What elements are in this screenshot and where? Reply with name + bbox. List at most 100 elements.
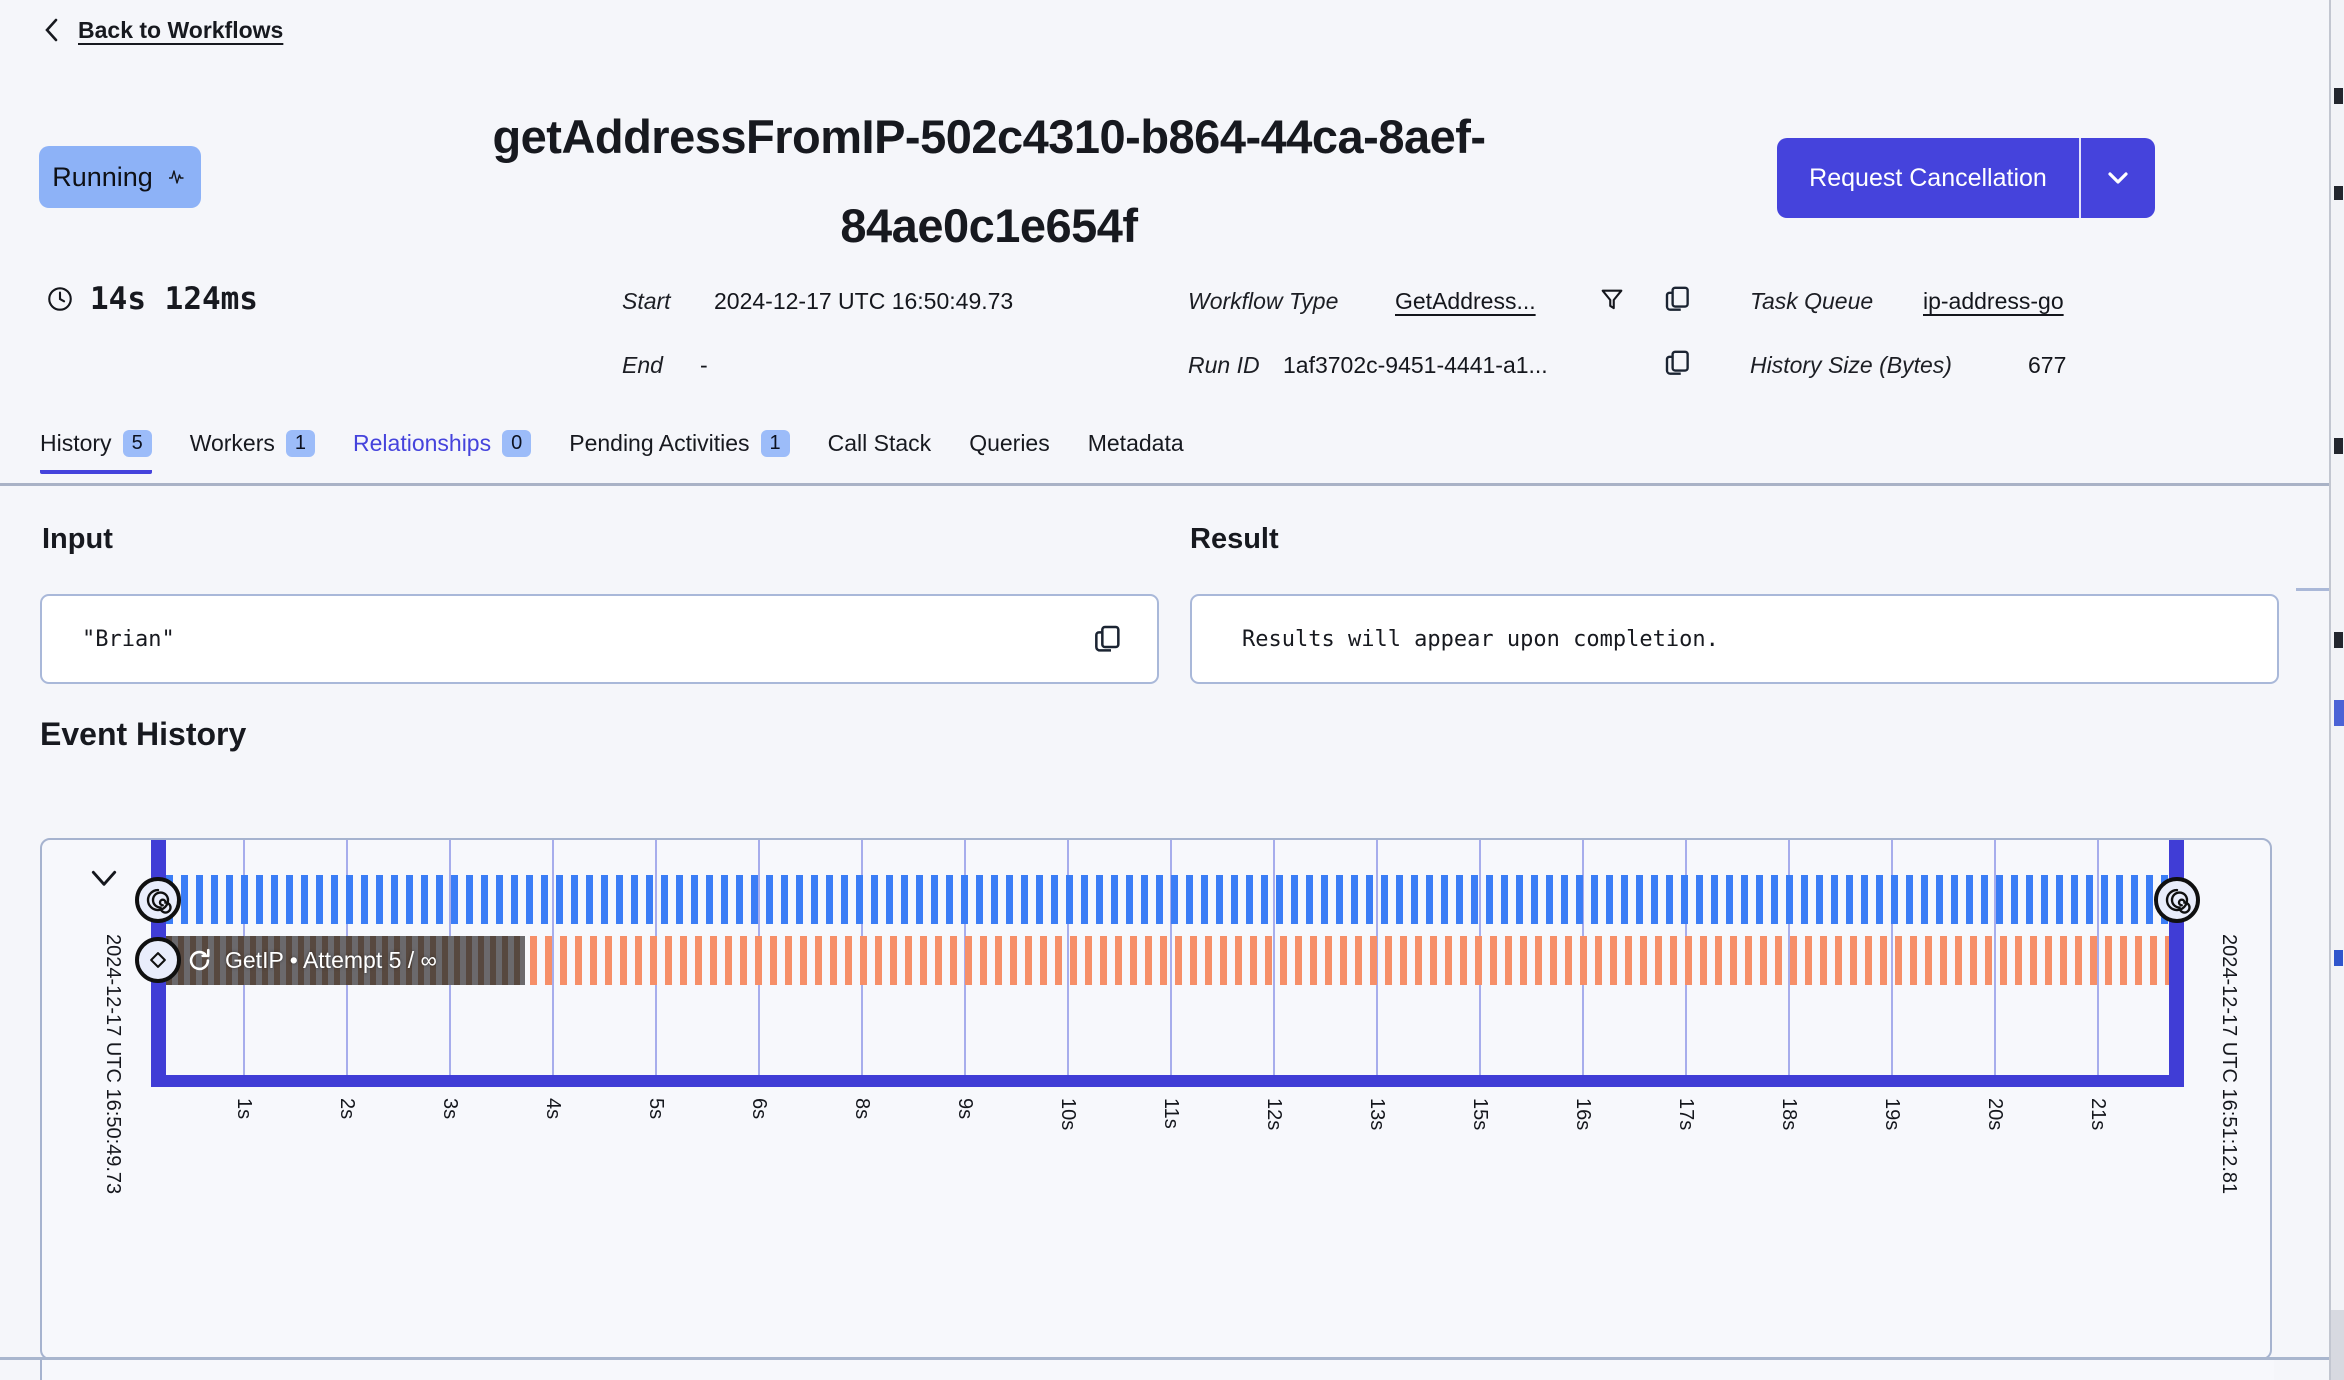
workflow-type-label: Workflow Type [1188, 288, 1339, 314]
edge-fragment [2296, 588, 2329, 591]
tick-label: 19s [1881, 1098, 1903, 1131]
input-box: "Brian" [40, 594, 1159, 684]
tick-label: 17s [1675, 1098, 1697, 1131]
clock-icon [48, 287, 72, 311]
workflow-title-line1: getAddressFromIP-502c4310-b864-44ca-8aef… [492, 110, 1486, 163]
edge-fragment [2331, 1310, 2344, 1380]
chevron-down-icon [2108, 172, 2128, 184]
tab-queries[interactable]: Queries [969, 430, 1050, 470]
tab-count-badge: 1 [760, 430, 790, 457]
history-size-value: 677 [2028, 352, 2067, 378]
cancellation-menu-toggle[interactable] [2081, 138, 2155, 218]
status-label: Running [52, 161, 153, 192]
copy-input-icon[interactable] [1091, 623, 1123, 655]
tick-label: 2s [336, 1098, 358, 1120]
history-size-label: History Size (Bytes) [1750, 352, 1952, 378]
tab-label: Call Stack [827, 430, 932, 456]
workflow-title: getAddressFromIP-502c4310-b864-44ca-8aef… [284, 92, 1694, 270]
input-heading: Input [42, 523, 113, 555]
task-queue-label: Task Queue [1750, 288, 1874, 314]
back-to-workflows-link[interactable]: Back to Workflows [40, 16, 283, 44]
timeline-end-timestamp: 2024-12-17 UTC 16:51:12.81 [2218, 934, 2240, 1195]
tab-workers[interactable]: Workers 1 [189, 430, 316, 470]
tick-label: 1s [233, 1098, 255, 1120]
back-link-label: Back to Workflows [78, 16, 284, 43]
tick-label: 6s [748, 1098, 770, 1120]
tab-label: Metadata [1087, 430, 1184, 456]
end-value: - [700, 352, 708, 378]
next-section-sliver [40, 1360, 2274, 1380]
workflow-started-node[interactable] [135, 877, 181, 923]
copy-workflow-type-icon[interactable] [1662, 284, 1692, 314]
tick-label: 9s [954, 1098, 976, 1120]
right-edge-strip [2331, 0, 2344, 1380]
tick-label: 20s [1984, 1098, 2006, 1131]
tab-label: Queries [969, 430, 1050, 456]
result-value: Results will appear upon completion. [1242, 626, 1719, 652]
diamond-icon [150, 952, 166, 968]
tick-label: 4s [542, 1098, 564, 1120]
edge-fragment [2334, 186, 2343, 200]
workflow-latest-node[interactable] [2154, 877, 2200, 923]
running-spiral-icon [146, 888, 172, 914]
start-label: Start [622, 288, 671, 314]
copy-run-id-icon[interactable] [1662, 348, 1692, 378]
activity-getip-bar[interactable]: GetIP • Attempt 5 / ∞ [166, 936, 525, 985]
timeline-expand-chevron-icon[interactable] [88, 866, 120, 892]
tick-label: 18s [1778, 1098, 1800, 1131]
edge-fragment [2334, 88, 2343, 104]
request-cancellation-button[interactable]: Request Cancellation [1777, 138, 2155, 218]
activity-pending-lane [530, 936, 2169, 985]
tab-relationships[interactable]: Relationships 0 [353, 430, 532, 470]
workflow-title-line2: 84ae0c1e654f [840, 199, 1138, 252]
input-value: "Brian" [82, 626, 175, 652]
tab-label: History [40, 430, 112, 456]
heartbeat-pulse-icon [168, 170, 184, 184]
running-spiral-icon [2165, 888, 2191, 914]
tick-label: 5s [645, 1098, 667, 1120]
tab-count-badge: 0 [502, 430, 532, 457]
end-label: End [622, 352, 663, 378]
activity-label: GetIP • Attempt 5 / ∞ [225, 947, 437, 973]
request-cancellation-label[interactable]: Request Cancellation [1777, 138, 2079, 218]
task-queue-link[interactable]: ip-address-go [1923, 288, 2064, 315]
edge-fragment [2334, 438, 2343, 454]
run-id-label: Run ID [1188, 352, 1260, 378]
tab-history[interactable]: History 5 [40, 430, 152, 474]
workflow-type-link[interactable]: GetAddress... [1395, 288, 1536, 315]
tick-label: 11s [1160, 1098, 1182, 1129]
tick-label: 10s [1057, 1098, 1079, 1131]
edge-fragment [2334, 950, 2343, 966]
result-heading: Result [1190, 523, 1279, 555]
tab-label: Workers [189, 430, 275, 456]
result-box: Results will appear upon completion. [1190, 594, 2279, 684]
tab-label: Pending Activities [569, 430, 750, 456]
status-badge: Running [39, 146, 201, 208]
tab-count-badge: 1 [285, 430, 316, 457]
duration-value: 14s 124ms [90, 281, 258, 317]
event-history-heading: Event History [40, 716, 247, 752]
tick-label: 15s [1469, 1098, 1491, 1131]
tick-label: 13s [1366, 1098, 1388, 1131]
timeline-baseline-bar [151, 1075, 2184, 1087]
tab-bar: History 5 Workers 1 Relationships 0 Pend… [40, 430, 1184, 474]
activity-scheduled-node[interactable] [135, 937, 181, 983]
tick-label: 16s [1572, 1098, 1594, 1131]
edge-fragment [2334, 632, 2343, 648]
filter-icon[interactable] [1598, 286, 1626, 314]
tick-label: 12s [1263, 1098, 1285, 1131]
chevron-left-icon [45, 18, 58, 42]
tab-label: Relationships [353, 430, 492, 456]
tick-label: 21s [2087, 1098, 2109, 1131]
workflow-execution-lane [166, 875, 2169, 924]
tabs-divider [0, 483, 2344, 486]
start-value: 2024-12-17 UTC 16:50:49.73 [714, 288, 1014, 314]
retry-icon [189, 948, 210, 971]
tab-pending-activities[interactable]: Pending Activities 1 [569, 430, 790, 470]
tab-metadata[interactable]: Metadata [1088, 430, 1184, 470]
event-history-timeline: GetIP • Attempt 5 / ∞ 2024-12-17 UTC 16:… [40, 838, 2272, 1360]
edge-fragment [2334, 700, 2344, 726]
tab-call-stack[interactable]: Call Stack [828, 430, 932, 470]
run-id-value: 1af3702c-9451-4441-a1... [1283, 352, 1548, 378]
tick-label: 8s [851, 1098, 873, 1120]
